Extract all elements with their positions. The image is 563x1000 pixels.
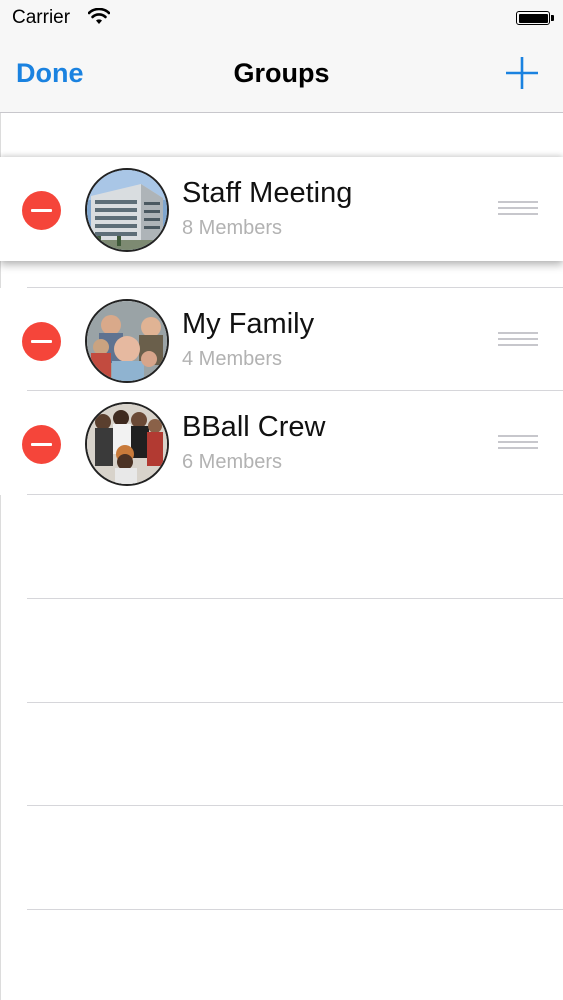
plus-icon [506, 57, 538, 89]
group-name: My Family [182, 308, 315, 340]
table-row[interactable]: Staff Meeting 8 Members [0, 157, 563, 261]
group-name: BBall Crew [182, 411, 326, 443]
row-separator [27, 909, 563, 910]
reorder-handle-icon[interactable] [498, 332, 538, 346]
delete-row-button[interactable] [22, 322, 61, 361]
member-count: 8 Members [182, 217, 283, 239]
avatar [85, 168, 169, 252]
member-count: 4 Members [182, 348, 283, 370]
carrier-label: Carrier [12, 7, 71, 28]
status-bar: Carrier [0, 0, 563, 38]
navigation-bar: Done Groups [0, 38, 563, 113]
avatar [85, 402, 169, 486]
table-row[interactable]: BBall Crew 6 Members [0, 391, 563, 495]
delete-row-button[interactable] [22, 191, 61, 230]
row-separator [27, 702, 563, 703]
add-group-button[interactable] [505, 56, 539, 90]
reorder-handle-icon[interactable] [498, 201, 538, 215]
minus-icon [31, 209, 52, 212]
page-title: Groups [233, 58, 330, 88]
avatar [85, 299, 169, 383]
row-separator [27, 494, 563, 495]
reorder-handle-icon[interactable] [498, 435, 538, 449]
table-row[interactable]: My Family 4 Members [0, 288, 563, 392]
delete-row-button[interactable] [22, 425, 61, 464]
row-separator [27, 598, 563, 599]
minus-icon [31, 340, 52, 343]
battery-icon [516, 11, 554, 25]
groups-table: Staff Meeting 8 Members My Family 4 Memb… [0, 113, 563, 1000]
minus-icon [31, 443, 52, 446]
wifi-icon [87, 7, 111, 30]
group-name: Staff Meeting [182, 177, 353, 209]
row-separator [27, 805, 563, 806]
member-count: 6 Members [182, 451, 283, 473]
